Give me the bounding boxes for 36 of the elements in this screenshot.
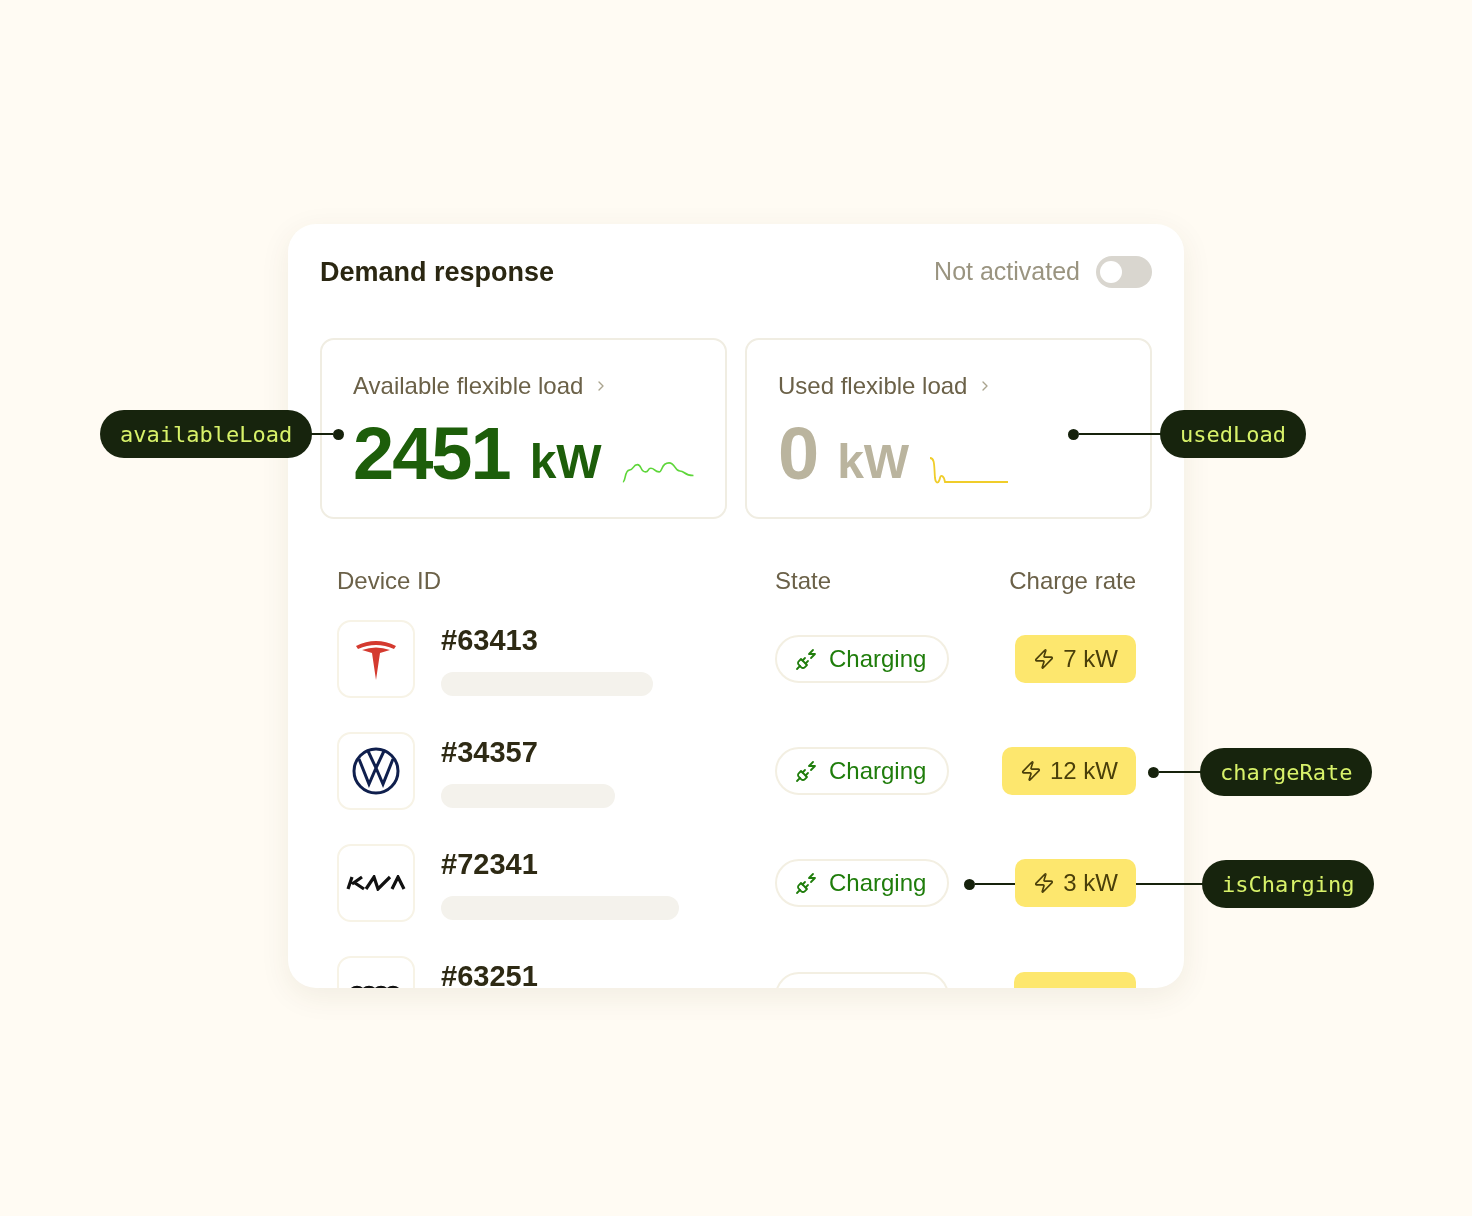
column-header: State [775,566,832,596]
stat-card[interactable]: Used flexible load 0 kW [745,338,1152,519]
stat-unit: kW [529,434,602,490]
plug-icon [795,759,819,783]
stat-label: Used flexible load [778,371,968,401]
rate-pill: 3 kW [1015,859,1136,907]
plug-icon [795,647,819,671]
rate-pill: 7 kW [1015,635,1136,683]
activation-label: Not activated [934,256,1080,288]
column-header: Charge rate [1009,566,1136,596]
device-id: #72341 [441,847,539,882]
device-id: #34357 [441,735,539,770]
logo-icon [346,875,406,891]
stat-card[interactable]: Available flexible load 2451 kW [320,338,727,519]
annotation-tag: chargeRate [1200,748,1373,796]
annotation-tag: isCharging [1202,860,1375,908]
plug-icon [795,871,819,895]
device-id: #63413 [441,623,539,658]
state-pill: Charging [775,747,949,795]
column-header: Device ID [337,566,443,596]
device-id: #63251 [441,959,539,988]
stat-label: Available flexible load [353,371,584,401]
stat-unit: kW [837,434,910,490]
logo-icon [351,746,401,796]
state-pill: Charging [775,635,949,683]
card-title: Demand response [320,255,555,289]
activation-toggle[interactable] [1096,256,1152,288]
annotation-tag: usedLoad [1160,410,1306,458]
lightning-icon [1033,648,1056,670]
lightning-icon [1033,872,1056,894]
stat-value: 0 [778,414,818,494]
lightning-icon [1020,760,1042,782]
annotation-tag: availableLoad [100,410,313,458]
state-pill: Charging [775,859,949,907]
rate-pill: 12 kW [1002,747,1136,795]
stat-value: 2451 [353,414,510,494]
